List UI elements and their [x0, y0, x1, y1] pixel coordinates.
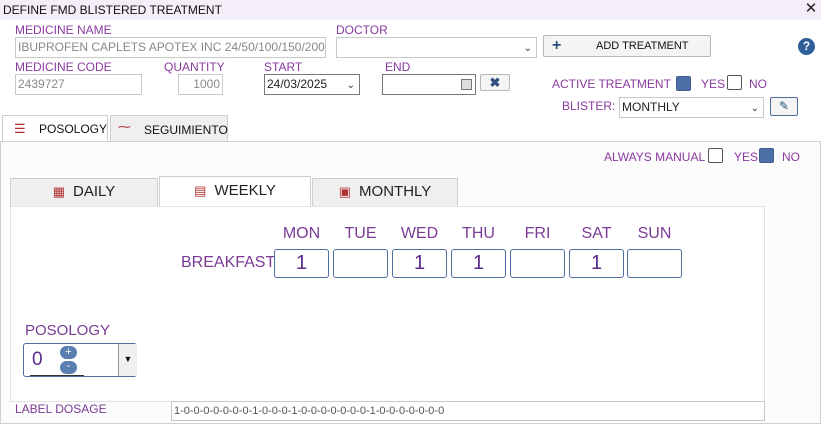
start-label: START	[264, 60, 303, 74]
dose-input-thu[interactable]: 1	[451, 249, 506, 278]
calendar-icon[interactable]	[461, 79, 472, 90]
day-header-sat: SAT	[581, 225, 612, 242]
active-treatment-yes-checkbox[interactable]	[676, 76, 691, 91]
breakfast-label: BREAKFAST	[181, 254, 276, 271]
tab-monthly[interactable]: ▣ MONTHLY	[312, 178, 458, 206]
doctor-label: DOCTOR	[336, 23, 388, 37]
heartbeat-icon: ⁓	[118, 119, 131, 134]
increment-icon[interactable]: +	[60, 346, 77, 359]
start-date-value: 24/03/2025	[267, 77, 328, 91]
calendar-grid-icon: ▦	[52, 184, 66, 199]
day-header-mon: MON	[282, 225, 321, 242]
chevron-down-icon: ⌄	[523, 43, 532, 54]
tab-posology[interactable]: ☰ POSOLOGY	[2, 115, 108, 142]
pencil-icon: ✎	[778, 99, 790, 113]
always-manual-no-checkbox[interactable]	[759, 148, 774, 163]
dose-input-sun[interactable]	[627, 249, 682, 278]
calendar-month-icon: ▣	[338, 184, 352, 199]
end-date-field[interactable]	[382, 74, 476, 95]
dose-input-tue[interactable]	[333, 249, 388, 278]
quantity-label: QUANTITY	[164, 60, 225, 74]
value-underline	[30, 375, 84, 376]
day-header-thu: THU	[462, 225, 495, 242]
tab-posology-label: POSOLOGY	[39, 122, 108, 136]
plus-icon: +	[552, 37, 562, 54]
tab-daily-label: DAILY	[73, 183, 116, 200]
tab-weekly-label: WEEKLY	[214, 182, 276, 199]
posology-label: POSOLOGY	[25, 322, 111, 339]
active-treatment-yes-label: YES	[701, 77, 726, 91]
dose-input-mon[interactable]: 1	[274, 249, 329, 278]
clear-end-date-button[interactable]: ✖	[480, 74, 510, 91]
calendar-icon: ▤	[194, 183, 207, 198]
start-date-picker[interactable]: 24/03/2025 ⌄	[264, 74, 360, 95]
dose-input-fri[interactable]	[510, 249, 565, 278]
active-treatment-no-checkbox[interactable]	[727, 75, 742, 90]
label-dosage-label: LABEL DOSAGE	[15, 402, 107, 416]
tab-monthly-label: MONTHLY	[359, 183, 432, 200]
always-manual-label: ALWAYS MANUAL	[604, 150, 706, 164]
label-dosage-field[interactable]: 1-0-0-0-0-0-0-0-1-0-0-0-1-0-0-0-0-0-0-0-…	[171, 401, 765, 421]
medicine-name-label: MEDICINE NAME	[15, 23, 112, 37]
dose-input-sat[interactable]: 1	[569, 249, 624, 278]
chevron-down-icon[interactable]: ▼	[118, 344, 137, 376]
tab-seguimiento[interactable]: ⁓ SEGUIMIENTO	[110, 115, 228, 141]
dose-input-wed[interactable]: 1	[392, 249, 447, 278]
posology-value: 0	[32, 349, 43, 370]
medicine-code-field[interactable]: 2439727	[15, 74, 142, 95]
tab-daily[interactable]: ▦ DAILY	[10, 178, 158, 206]
list-icon: ☰	[14, 121, 26, 136]
always-manual-no-label: NO	[782, 150, 800, 164]
window-title: DEFINE FMD BLISTERED TREATMENT	[3, 3, 222, 17]
day-header-tue: TUE	[344, 225, 377, 242]
always-manual-yes-label: YES	[734, 150, 759, 164]
day-header-sun: SUN	[637, 225, 672, 242]
close-icon[interactable]: ✕	[804, 0, 818, 18]
blister-select[interactable]: MONTHLY ⌄	[619, 97, 764, 118]
tab-weekly[interactable]: ▤ WEEKLY	[159, 176, 311, 208]
active-treatment-no-label: NO	[749, 77, 767, 91]
quantity-field[interactable]: 1000	[178, 74, 223, 95]
day-header-wed: WED	[400, 225, 439, 242]
doctor-select[interactable]: ⌄	[336, 37, 537, 58]
decrement-icon[interactable]: -	[60, 361, 77, 374]
day-header-fri: FRI	[524, 225, 551, 242]
close-icon: ✖	[489, 75, 501, 90]
end-label: END	[385, 60, 411, 74]
add-treatment-label: ADD TREATMENT	[596, 40, 689, 52]
always-manual-yes-checkbox[interactable]	[708, 148, 723, 163]
posology-spinner[interactable]: 0 + - ▼	[23, 343, 137, 377]
active-treatment-label: ACTIVE TREATMENT	[552, 77, 671, 91]
edit-blister-button[interactable]: ✎	[770, 97, 798, 116]
help-icon[interactable]: ?	[798, 38, 815, 55]
add-treatment-button[interactable]: + ADD TREATMENT	[543, 35, 711, 57]
tab-seguimiento-label: SEGUIMIENTO	[144, 123, 228, 137]
chevron-down-icon: ⌄	[346, 80, 355, 91]
chevron-down-icon: ⌄	[750, 103, 759, 114]
blister-label: BLISTER:	[562, 99, 616, 113]
medicine-name-field[interactable]: IBUPROFEN CAPLETS APOTEX INC 24/50/100/1…	[15, 37, 326, 58]
medicine-code-label: MEDICINE CODE	[15, 60, 112, 74]
blister-value: MONTHLY	[622, 100, 680, 114]
